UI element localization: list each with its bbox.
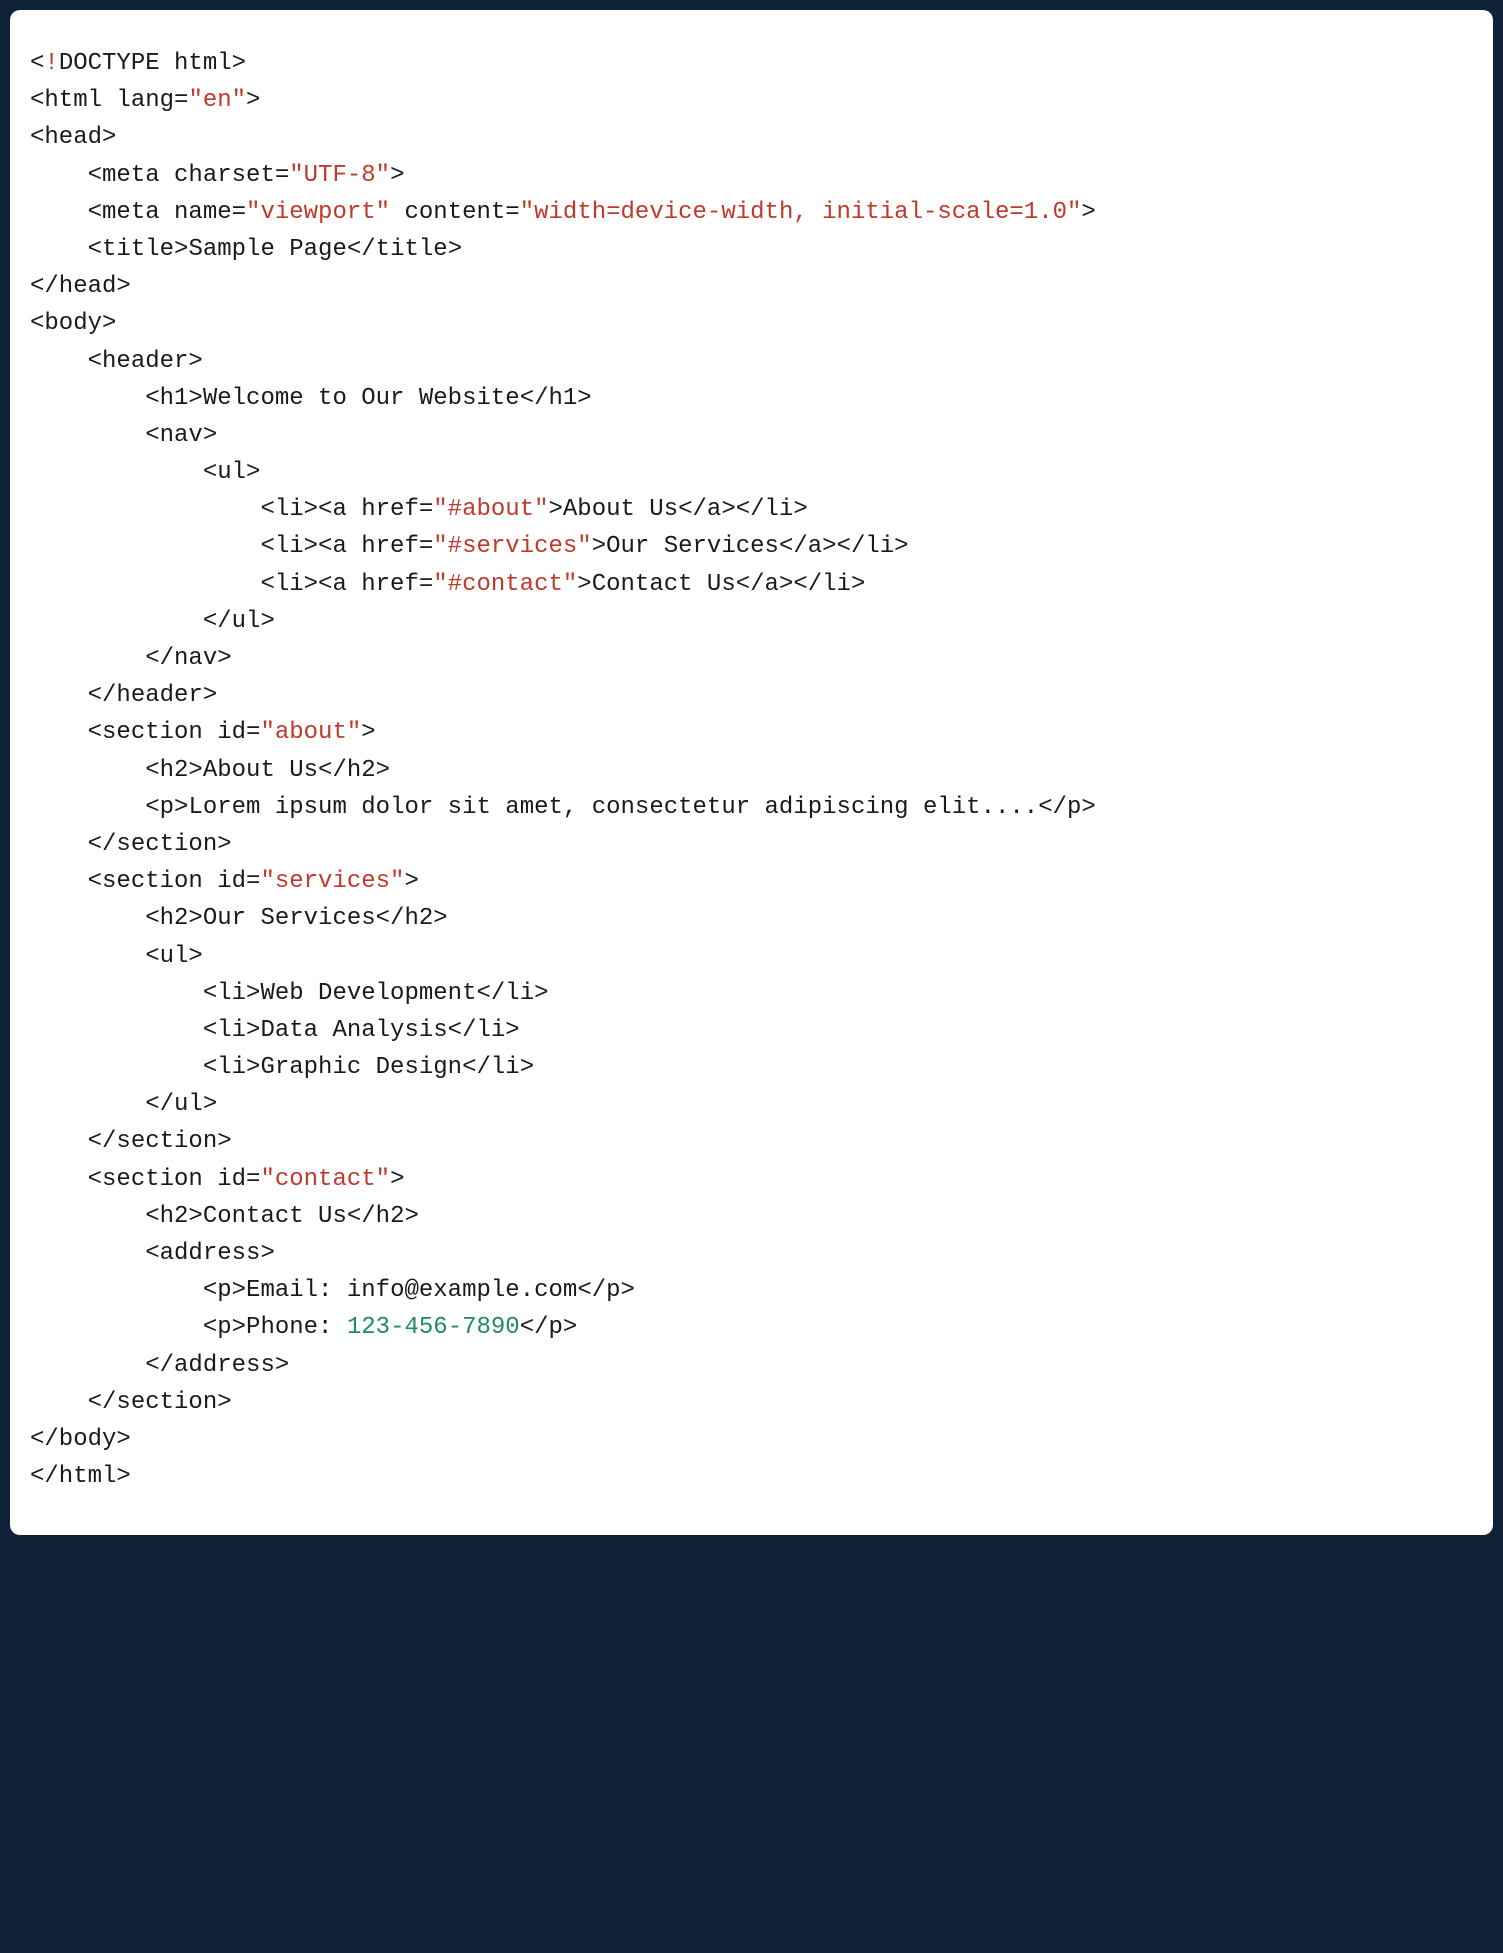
code-line: <body> <box>30 310 116 337</box>
code-line: </head> <box>30 273 131 300</box>
code-line: </ul> <box>30 1091 217 1118</box>
code-line: <section id="about"> <box>30 719 376 746</box>
code-line: <li><a href="#about">About Us</a></li> <box>30 496 808 523</box>
code-line: <title>Sample Page</title> <box>30 236 462 263</box>
code-line: <li><a href="#services">Our Services</a>… <box>30 533 909 560</box>
code-line: </section> <box>30 1128 232 1155</box>
code-line: </address> <box>30 1352 289 1379</box>
code-line: <ul> <box>30 943 203 970</box>
code-line: <meta name="viewport" content="width=dev… <box>30 199 1096 226</box>
code-line: </body> <box>30 1426 131 1453</box>
code-line: <p>Lorem ipsum dolor sit amet, consectet… <box>30 794 1096 821</box>
code-line: <html lang="en"> <box>30 87 260 114</box>
code-line: <h2>About Us</h2> <box>30 757 390 784</box>
code-line: <li>Graphic Design</li> <box>30 1054 534 1081</box>
code-line: <nav> <box>30 422 217 449</box>
code-line: <header> <box>30 348 203 375</box>
code-line: <head> <box>30 124 116 151</box>
code-line: <meta charset="UTF-8"> <box>30 162 404 189</box>
code-line: </section> <box>30 831 232 858</box>
code-block: <!DOCTYPE html> <html lang="en"> <head> … <box>10 10 1493 1535</box>
code-line: <address> <box>30 1240 275 1267</box>
code-line: <ul> <box>30 459 260 486</box>
code-line: <section id="services"> <box>30 868 419 895</box>
code-line: <li>Web Development</li> <box>30 980 549 1007</box>
code-line: </header> <box>30 682 217 709</box>
code-line: <h2>Our Services</h2> <box>30 905 448 932</box>
code-line: </ul> <box>30 608 275 635</box>
code-line: <section id="contact"> <box>30 1166 404 1193</box>
code-line: <h1>Welcome to Our Website</h1> <box>30 385 592 412</box>
code-line: <p>Email: info@example.com</p> <box>30 1277 635 1304</box>
code-line: <li><a href="#contact">Contact Us</a></l… <box>30 571 865 598</box>
code-line: </html> <box>30 1463 131 1490</box>
code-line: </nav> <box>30 645 232 672</box>
code-line: </section> <box>30 1389 232 1416</box>
code-line: <p>Phone: 123-456-7890</p> <box>30 1314 577 1341</box>
code-line: <li>Data Analysis</li> <box>30 1017 520 1044</box>
code-line: <!DOCTYPE html> <box>30 50 246 77</box>
code-line: <h2>Contact Us</h2> <box>30 1203 419 1230</box>
